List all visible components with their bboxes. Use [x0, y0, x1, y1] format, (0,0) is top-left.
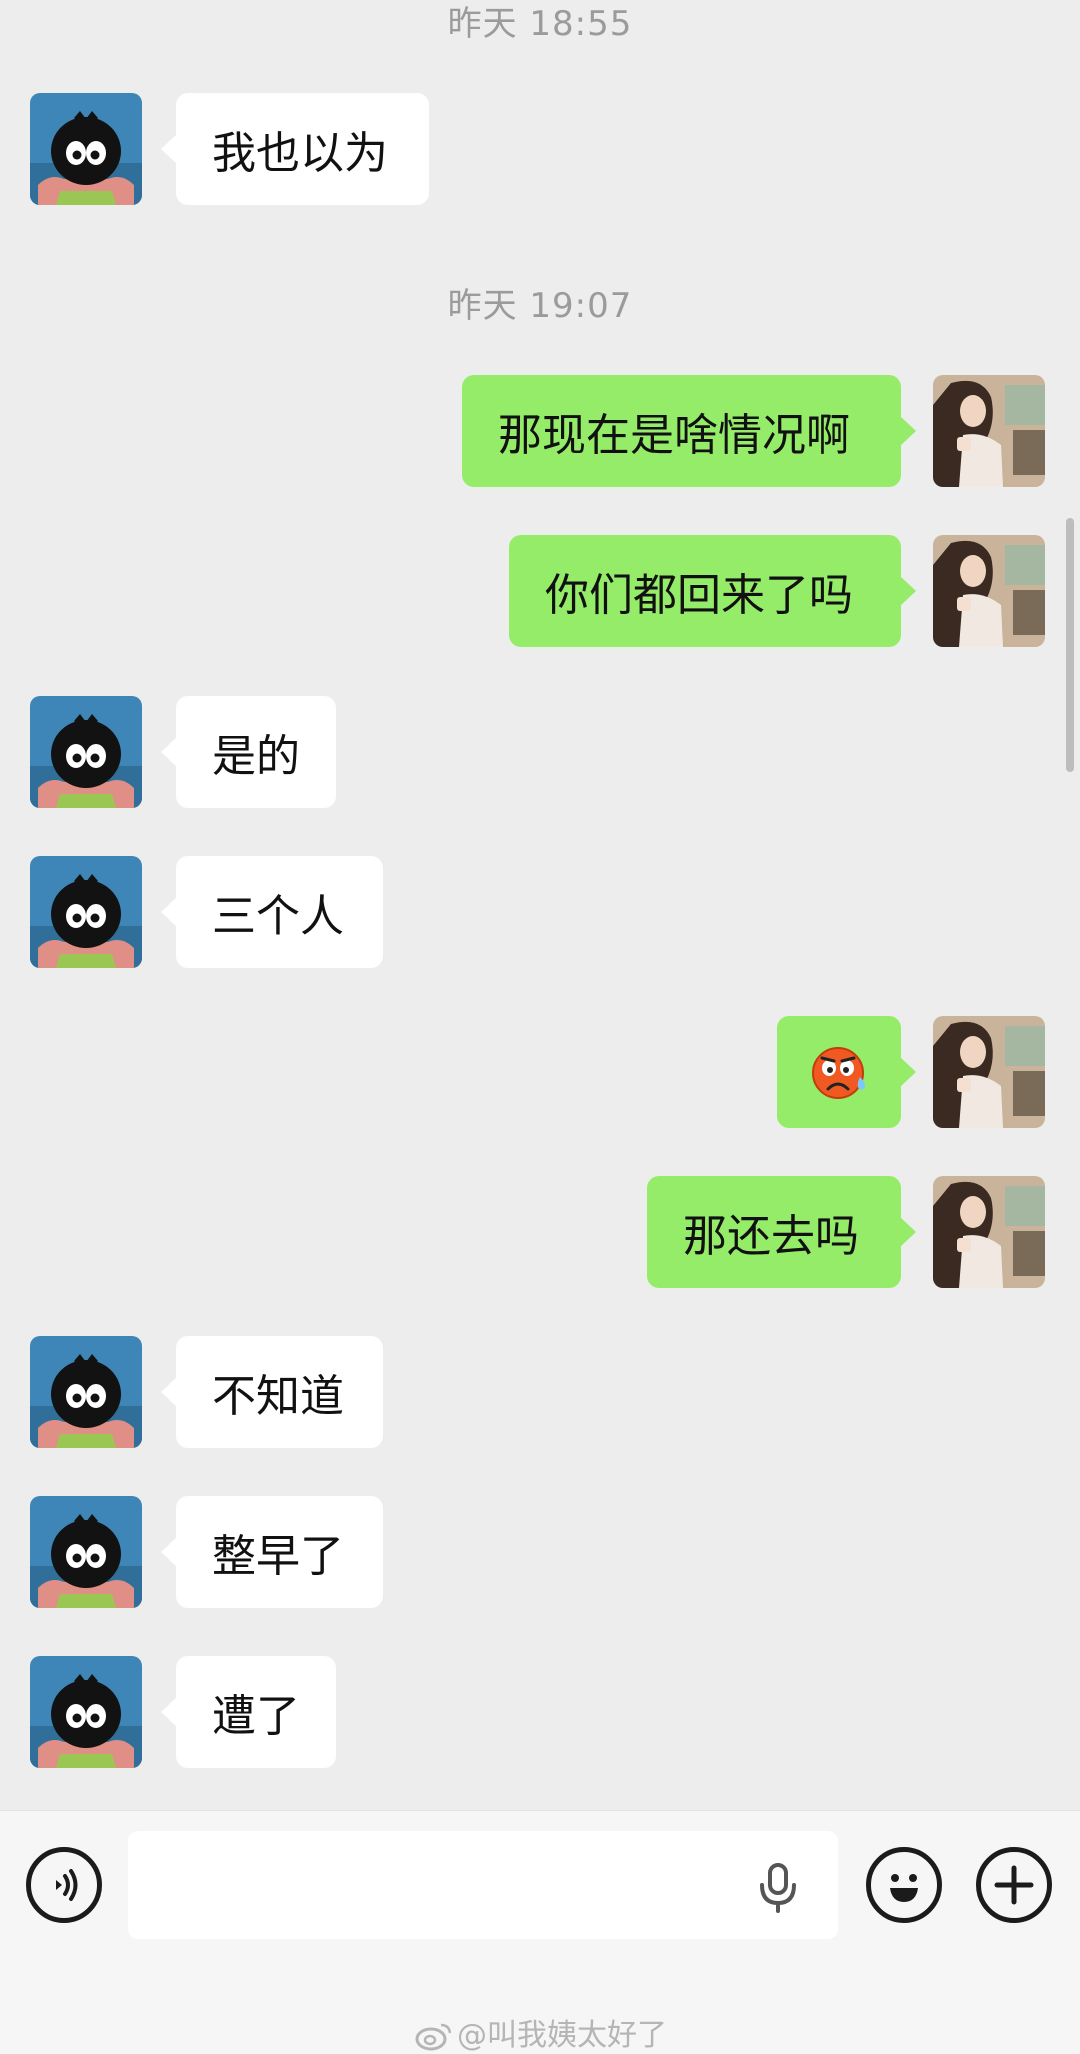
timestamp: 昨天 18:55	[447, 4, 633, 44]
girl-photo-avatar-icon	[933, 1176, 1045, 1288]
trash-bag-avatar-icon	[30, 696, 142, 808]
contact-avatar[interactable]	[30, 696, 142, 808]
plus-icon	[994, 1865, 1034, 1905]
trash-bag-avatar-icon	[30, 856, 142, 968]
message-bubble-outgoing[interactable]: 那现在是啥情况啊	[462, 375, 916, 487]
more-options-button[interactable]	[976, 1847, 1052, 1923]
timestamp: 昨天 19:07	[447, 286, 633, 326]
message-bubble-incoming[interactable]: 是的	[161, 696, 336, 808]
trash-bag-avatar-icon	[30, 1336, 142, 1448]
frown-sweat-emoji-icon	[812, 1047, 866, 1099]
message-bubble-outgoing[interactable]: 你们都回来了吗	[509, 535, 916, 647]
message-text-input[interactable]	[128, 1831, 838, 1939]
watermark: @叫我姨太好了	[0, 2010, 1080, 2054]
contact-avatar[interactable]	[30, 93, 142, 205]
emoji-button[interactable]	[866, 1847, 942, 1923]
trash-bag-avatar-icon	[30, 1656, 142, 1768]
voice-input-button[interactable]	[26, 1847, 102, 1923]
my-avatar[interactable]	[933, 1016, 1045, 1128]
message-bubble-incoming[interactable]: 遭了	[161, 1656, 336, 1768]
trash-bag-avatar-icon	[30, 93, 142, 205]
message-bubble-outgoing[interactable]: 那还去吗	[647, 1176, 916, 1288]
girl-photo-avatar-icon	[933, 1016, 1045, 1128]
girl-photo-avatar-icon	[933, 375, 1045, 487]
my-avatar[interactable]	[933, 375, 1045, 487]
message-bubble-outgoing[interactable]	[777, 1016, 916, 1128]
weibo-icon	[415, 2023, 452, 2051]
microphone-icon[interactable]	[754, 1861, 802, 1913]
contact-avatar[interactable]	[30, 1496, 142, 1608]
message-bubble-incoming[interactable]: 我也以为	[161, 93, 429, 205]
smiley-icon	[890, 1874, 918, 1902]
chat-history[interactable]: 昨天 18:55 我也以为 昨天 19:07 那现在是啥情况啊 你们都回来了吗 …	[0, 0, 1080, 1810]
voice-icon	[56, 1869, 78, 1901]
watermark-text: @叫我姨太好了	[457, 2018, 667, 2053]
message-bubble-incoming[interactable]: 三个人	[161, 856, 383, 968]
message-bubble-incoming[interactable]: 整早了	[161, 1496, 383, 1608]
my-avatar[interactable]	[933, 1176, 1045, 1288]
message-bubble-incoming[interactable]: 不知道	[161, 1336, 383, 1448]
chat-scrollbar[interactable]	[1066, 518, 1074, 772]
my-avatar[interactable]	[933, 535, 1045, 647]
girl-photo-avatar-icon	[933, 535, 1045, 647]
contact-avatar[interactable]	[30, 1656, 142, 1768]
trash-bag-avatar-icon	[30, 1496, 142, 1608]
contact-avatar[interactable]	[30, 1336, 142, 1448]
contact-avatar[interactable]	[30, 856, 142, 968]
